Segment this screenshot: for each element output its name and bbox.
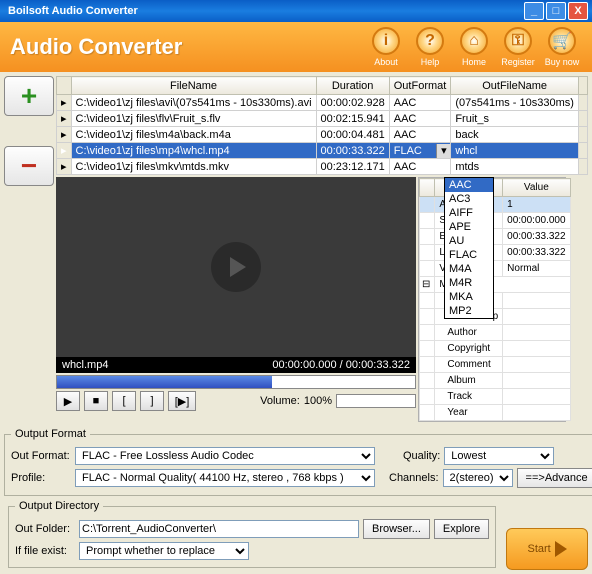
titlebar: Boilsoft Audio Converter _ □ X xyxy=(0,0,592,22)
file-row[interactable]: ▸C:\video1\zj files\mp4\whcl.mp400:00:33… xyxy=(57,143,588,159)
format-option[interactable]: M4R xyxy=(445,276,493,290)
file-row[interactable]: ▸C:\video1\zj files\mkv\mtds.mkv00:23:12… xyxy=(57,159,588,175)
tree-col xyxy=(420,179,435,197)
scroll-stub xyxy=(578,77,587,95)
help-icon: ? xyxy=(416,27,444,55)
volume-value: 100% xyxy=(304,395,332,407)
profile-select[interactable]: FLAC - Normal Quality( 44100 Hz, stereo … xyxy=(75,469,375,487)
format-dropdown-arrow[interactable]: ▾ xyxy=(436,144,450,158)
output-directory-legend: Output Directory xyxy=(15,500,103,512)
output-format-group: Output Format Out Format: FLAC - Free Lo… xyxy=(4,428,592,496)
register-icon: ⚿ xyxy=(504,27,532,55)
format-option[interactable]: M4A xyxy=(445,262,493,276)
col-outformat[interactable]: OutFormat xyxy=(389,77,451,95)
col-duration[interactable]: Duration xyxy=(316,77,389,95)
format-option[interactable]: AIFF xyxy=(445,206,493,220)
browser-button[interactable]: Browser... xyxy=(363,519,430,539)
metadata-row[interactable]: Author xyxy=(420,325,571,341)
remove-file-button[interactable]: − xyxy=(4,146,54,186)
metadata-row[interactable]: Track xyxy=(420,389,571,405)
add-file-button[interactable]: + xyxy=(4,76,54,116)
metadata-row[interactable]: Year xyxy=(420,405,571,421)
metadata-row[interactable]: Title xyxy=(420,293,571,309)
tree-collapse-icon[interactable]: ⊟ xyxy=(420,277,435,293)
stop-button[interactable]: ■ xyxy=(84,391,108,411)
volume-slider[interactable] xyxy=(336,394,416,408)
metadata-row[interactable]: TimeStamp xyxy=(420,309,571,325)
header: Audio Converter iAbout?Help⌂Home⚿Registe… xyxy=(0,22,592,72)
explore-button[interactable]: Explore xyxy=(434,519,489,539)
time-bar: whcl.mp4 00:00:00.000 / 00:00:33.322 xyxy=(56,357,416,373)
seek-slider[interactable] xyxy=(56,375,416,389)
row-handle-col xyxy=(57,77,72,95)
window-title: Boilsoft Audio Converter xyxy=(4,5,522,17)
format-option[interactable]: AU xyxy=(445,234,493,248)
file-grid[interactable]: FileName Duration OutFormat OutFileName … xyxy=(56,76,588,175)
app-title: Audio Converter xyxy=(10,34,366,60)
quality-label: Quality: xyxy=(403,450,440,462)
if-exist-select[interactable]: Prompt whether to replace xyxy=(79,542,249,560)
channels-select[interactable]: 2(stereo) xyxy=(443,469,513,487)
prop-col-value[interactable]: Value xyxy=(503,179,570,197)
header-register-button[interactable]: ⚿Register xyxy=(498,27,538,67)
header-about-button[interactable]: iAbout xyxy=(366,27,406,67)
time-display: 00:00:00.000 / 00:00:33.322 xyxy=(272,359,410,371)
play-button[interactable]: ▶ xyxy=(56,391,80,411)
metadata-row[interactable]: Comment xyxy=(420,357,571,373)
channels-label: Channels: xyxy=(389,472,439,484)
about-icon: i xyxy=(372,27,400,55)
header-buy-now-button[interactable]: 🛒Buy now xyxy=(542,27,582,67)
metadata-node[interactable]: ⊟Metadata xyxy=(420,277,571,293)
home-icon: ⌂ xyxy=(460,27,488,55)
profile-label: Profile: xyxy=(11,472,71,484)
format-option[interactable]: FLAC xyxy=(445,248,493,262)
format-option[interactable]: MP2 xyxy=(445,304,493,318)
header-help-button[interactable]: ?Help xyxy=(410,27,450,67)
out-format-label: Out Format: xyxy=(11,450,71,462)
metadata-row[interactable]: Copyright xyxy=(420,341,571,357)
if-exist-label: If file exist: xyxy=(15,545,75,557)
minimize-button[interactable]: _ xyxy=(524,2,544,20)
start-button[interactable]: Start xyxy=(506,528,588,570)
metadata-row[interactable]: Album xyxy=(420,373,571,389)
file-row[interactable]: ▸C:\video1\zj files\avi\(07s541ms - 10s3… xyxy=(57,95,588,111)
play-overlay-icon[interactable] xyxy=(211,242,261,292)
range-button[interactable]: [▶] xyxy=(168,391,196,411)
property-row[interactable]: Length00:00:33.322 xyxy=(420,245,571,261)
format-option[interactable]: AAC xyxy=(445,178,493,192)
current-file: whcl.mp4 xyxy=(62,359,272,371)
header-home-button[interactable]: ⌂Home xyxy=(454,27,494,67)
col-outfilename[interactable]: OutFileName xyxy=(451,77,579,95)
start-label: Start xyxy=(527,543,550,555)
close-button[interactable]: X xyxy=(568,2,588,20)
format-option[interactable]: MKA xyxy=(445,290,493,304)
advance-button[interactable]: ==>Advance xyxy=(517,468,592,488)
output-directory-group: Output Directory Out Folder: Browser... … xyxy=(8,500,496,568)
video-preview[interactable] xyxy=(56,177,416,357)
maximize-button[interactable]: □ xyxy=(546,2,566,20)
format-option[interactable]: APE xyxy=(445,220,493,234)
file-row[interactable]: ▸C:\video1\zj files\flv\Fruit_s.flv00:02… xyxy=(57,111,588,127)
property-row[interactable]: End00:00:33.322 xyxy=(420,229,571,245)
mark-out-button[interactable]: ] xyxy=(140,391,164,411)
property-row[interactable]: Audio1 xyxy=(420,197,571,213)
buy now-icon: 🛒 xyxy=(548,27,576,55)
out-format-select[interactable]: FLAC - Free Lossless Audio Codec xyxy=(75,447,375,465)
file-row[interactable]: ▸C:\video1\zj files\m4a\back.m4a00:00:04… xyxy=(57,127,588,143)
format-option[interactable]: AC3 xyxy=(445,192,493,206)
quality-select[interactable]: Lowest xyxy=(444,447,554,465)
volume-label: Volume: xyxy=(260,395,300,407)
out-folder-input[interactable] xyxy=(79,520,359,538)
format-dropdown-list[interactable]: AACAC3AIFFAPEAUFLACM4AM4RMKAMP2 xyxy=(444,177,494,319)
mark-in-button[interactable]: [ xyxy=(112,391,136,411)
play-icon xyxy=(555,541,567,557)
property-row[interactable]: VolumeNormal xyxy=(420,261,571,277)
property-row[interactable]: Start00:00:00.000 xyxy=(420,213,571,229)
col-filename[interactable]: FileName xyxy=(71,77,316,95)
output-format-legend: Output Format xyxy=(11,428,90,440)
out-folder-label: Out Folder: xyxy=(15,523,75,535)
